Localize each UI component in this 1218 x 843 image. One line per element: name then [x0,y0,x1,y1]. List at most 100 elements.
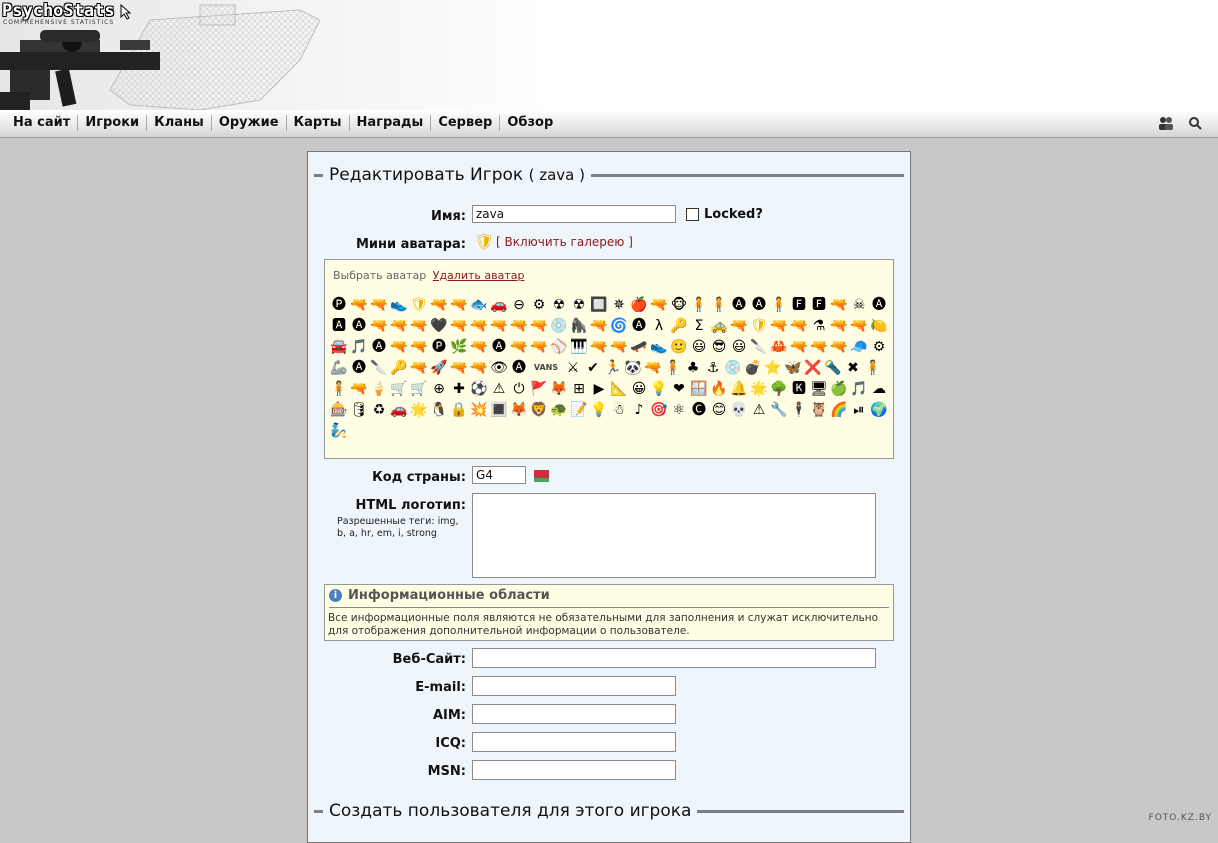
avatar-option-icon[interactable]: 🔫 [509,317,529,335]
avatar-option-icon[interactable]: 🛢 [349,401,369,419]
avatar-option-icon[interactable]: 🔫 [829,317,849,335]
html-logo-textarea[interactable] [472,493,876,578]
avatar-option-icon[interactable]: 🔥 [709,380,729,398]
avatar-option-icon[interactable]: ☁ [869,380,889,398]
avatar-option-icon[interactable]: 🔫 [389,338,409,356]
website-input[interactable] [472,648,876,668]
nav-item-weapons[interactable]: Оружие [212,115,287,131]
avatar-option-icon[interactable]: 🐵 [669,296,689,314]
avatar-option-icon[interactable]: ⚔ [563,359,583,377]
avatar-option-icon[interactable]: 👟 [649,338,669,356]
avatar-option-icon[interactable]: 🚘 [329,338,349,356]
avatar-option-icon[interactable]: ♣ [683,359,703,377]
avatar-option-icon[interactable]: 🏃 [603,359,623,377]
avatar-option-icon[interactable]: 🛒 [389,380,409,398]
avatar-option-icon[interactable]: 🐢 [549,401,569,419]
avatar-option-icon[interactable]: 📐 [609,380,629,398]
avatar-option-icon[interactable]: 🔲 [589,296,609,314]
avatar-option-icon[interactable]: 🚗 [389,401,409,419]
avatar-option-icon[interactable]: 🅒 [689,401,709,419]
avatar-option-icon[interactable]: 🔫 [849,317,869,335]
avatar-option-icon[interactable]: 🔫 [409,338,429,356]
avatar-option-icon[interactable]: 🔫 [409,317,429,335]
avatar-option-icon[interactable]: 🔫 [509,338,529,356]
avatar-option-icon[interactable]: 🧍 [863,359,883,377]
avatar-option-icon[interactable]: 🎵 [849,380,869,398]
nav-item-overview[interactable]: Обзор [500,115,560,131]
avatar-option-icon[interactable]: 😃 [689,338,709,356]
avatar-option-icon[interactable]: 🪟 [689,380,709,398]
avatar-option-icon[interactable]: Σ [689,317,709,335]
avatar-option-icon[interactable]: ⊕ [429,380,449,398]
avatar-option-icon[interactable]: ☢ [549,296,569,314]
avatar-option-icon[interactable]: 😀 [629,380,649,398]
avatar-option-icon[interactable]: 👟 [389,296,409,314]
avatar-option-icon[interactable]: 🦉 [809,401,829,419]
avatar-option-icon[interactable]: 🔫 [829,296,849,314]
avatar-option-icon[interactable]: 🔑 [389,359,409,377]
avatar-option-icon[interactable]: 💀 [729,401,749,419]
nav-item-server[interactable]: Сервер [431,115,501,131]
avatar-option-icon[interactable]: ⚽ [469,380,489,398]
avatar-option-icon[interactable]: 🌟 [409,401,429,419]
avatar-option-icon[interactable]: 🔫 [469,359,489,377]
nav-item-clans[interactable]: Кланы [147,115,212,131]
avatar-option-icon[interactable]: 👁 [489,359,509,377]
avatar-option-icon[interactable]: ⚠ [749,401,769,419]
avatar-option-icon[interactable]: 🅟 [429,338,449,356]
avatar-option-icon[interactable]: 🔑 [669,317,689,335]
country-code-input[interactable] [472,466,526,484]
avatar-option-icon[interactable]: 💡 [589,401,609,419]
avatar-option-icon[interactable]: 🔫 [349,296,369,314]
avatar-option-icon[interactable]: 🔫 [769,317,789,335]
avatar-option-icon[interactable]: 🔫 [389,317,409,335]
avatar-option-icon[interactable]: 🐟 [469,296,489,314]
avatar-option-icon[interactable]: 💡 [649,380,669,398]
avatar-option-icon[interactable]: 💿 [549,317,569,335]
avatar-option-icon[interactable]: 🔪 [749,338,769,356]
avatar-option-icon[interactable]: 🧍 [689,296,709,314]
avatar-option-icon[interactable]: 🔪 [369,359,389,377]
msn-input[interactable] [472,760,676,780]
avatar-option-icon[interactable]: 😊 [709,401,729,419]
avatar-option-icon[interactable]: ♪ [629,401,649,419]
avatar-option-icon[interactable]: ✖ [843,359,863,377]
avatar-option-icon[interactable]: 🎹 [569,338,589,356]
avatar-option-icon[interactable]: 🔫 [649,296,669,314]
avatar-option-icon[interactable]: ▶ [589,380,609,398]
enable-gallery-link[interactable]: Включить галерею [505,235,625,249]
avatar-option-icon[interactable]: 🧞 [329,422,349,440]
avatar-option-icon[interactable]: 🅐 [729,296,749,314]
avatar-option-icon[interactable]: 🔫 [489,317,509,335]
nav-item-maps[interactable]: Карты [287,115,350,131]
avatar-option-icon[interactable]: 🅟 [329,296,349,314]
avatar-option-icon[interactable]: 🚗 [489,296,509,314]
avatar-option-icon[interactable]: 🛹 [629,338,649,356]
avatar-option-icon[interactable]: 🅰 [329,317,349,335]
avatar-option-icon[interactable]: 🔫 [589,338,609,356]
avatar-option-icon[interactable]: 🚕 [709,317,729,335]
avatar-option-icon[interactable]: 🌿 [449,338,469,356]
avatar-option-icon[interactable]: 🐼 [623,359,643,377]
avatar-option-icon[interactable]: 😎 [709,338,729,356]
avatar-option-icon[interactable]: 🔔 [729,380,749,398]
avatar-option-icon[interactable]: 🅵 [809,296,829,314]
avatar-option-icon[interactable]: 🅐 [509,359,529,377]
users-icon[interactable] [1158,116,1174,130]
avatar-option-icon[interactable]: λ [649,317,669,335]
avatar-option-icon[interactable]: 🔫 [449,317,469,335]
avatar-option-icon[interactable]: 🌈 [829,401,849,419]
avatar-option-icon[interactable]: 🛒 [409,380,429,398]
logo-banner[interactable]: PsychoStats COMPREHENSIVE STATISTICS [0,0,320,110]
locked-checkbox[interactable] [686,208,699,221]
avatar-option-icon[interactable]: ❤ [669,380,689,398]
avatar-option-icon[interactable]: 🦋 [783,359,803,377]
avatar-option-icon[interactable]: 🧢 [849,338,869,356]
avatar-option-icon[interactable]: 🍋 [869,317,889,335]
avatar-option-icon[interactable]: 🔫 [609,338,629,356]
avatar-option-icon[interactable]: 🎵 [349,338,369,356]
avatar-option-icon[interactable]: VANS [529,359,563,377]
avatar-option-icon[interactable]: 💿 [723,359,743,377]
avatar-option-icon[interactable]: 🧍 [769,296,789,314]
avatar-option-icon[interactable]: ⏯ [849,401,869,419]
